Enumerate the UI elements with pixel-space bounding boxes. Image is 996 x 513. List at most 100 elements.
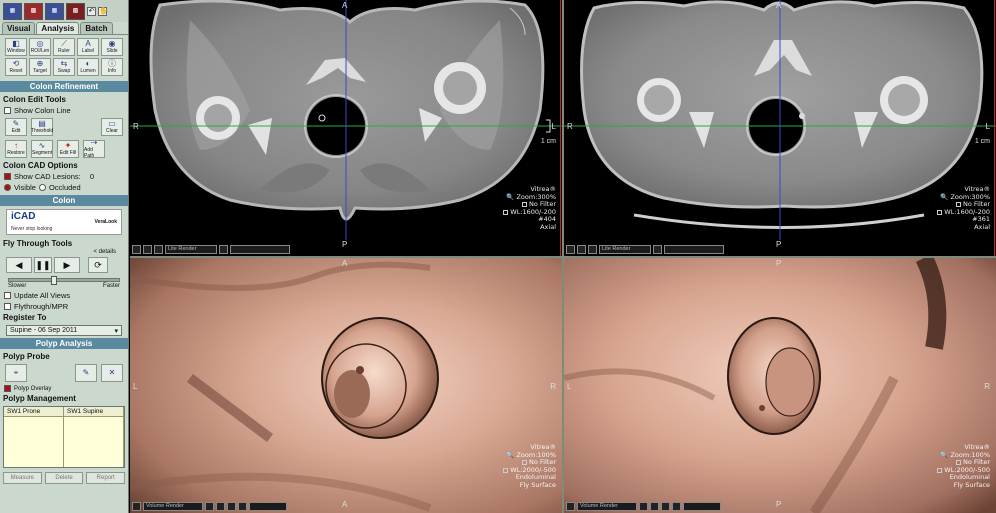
view-expand-button[interactable]	[132, 501, 141, 511]
speed-slider[interactable]	[8, 276, 120, 285]
orientation-left: L	[567, 382, 572, 391]
opacity-slider[interactable]	[249, 501, 287, 511]
roi-tool-button[interactable]: ◎ ROI/Len	[29, 38, 51, 56]
view-cine-button[interactable]	[216, 501, 225, 511]
swap-tool-button[interactable]: ⇆ Swap	[53, 58, 75, 76]
polyp-overlay-checkbox[interactable]	[4, 385, 11, 392]
render-mode-select[interactable]: Volume Render	[143, 501, 203, 511]
endoluminal-view-prone[interactable]: A L R A Vitrea® 🔍 Zoom:100% No Filter WL:…	[130, 258, 562, 513]
grid-layout-button[interactable]: ▩	[24, 2, 43, 20]
polyp-analysis-header: Polyp Analysis	[0, 338, 128, 349]
edit-button[interactable]: ✎ Edit	[5, 118, 27, 136]
top-toolbar: ▦ ▩ ▦ ▩ ↶ ✋	[0, 0, 128, 22]
register-select[interactable]: Supine - 06 Sep 2011 ▾	[6, 325, 122, 336]
edit-fill-icon: ✦	[64, 141, 72, 150]
tab-batch[interactable]: Batch	[80, 22, 113, 34]
view-option-button[interactable]	[219, 244, 228, 254]
show-cad-lesions-row[interactable]: Show CAD Lesions: 0	[0, 171, 128, 182]
show-colon-line-row[interactable]: Show Colon Line	[0, 105, 128, 116]
ruler-tool-button[interactable]: ⟋ Ruler	[53, 38, 75, 56]
view-layout-button[interactable]	[661, 501, 670, 511]
refresh-icon[interactable]: ⟳	[88, 257, 108, 273]
window-tool-button[interactable]: ◧ Window	[5, 38, 27, 56]
visible-radio[interactable]	[4, 184, 11, 191]
view-cine-button[interactable]	[650, 501, 659, 511]
add-path-button[interactable]: ⇢ Add Path	[83, 139, 105, 159]
undo-icon[interactable]: ↶	[87, 6, 96, 16]
occluded-radio[interactable]	[38, 184, 46, 191]
polyp-delete-button[interactable]: ✕	[101, 364, 123, 382]
flythrough-mpr-row[interactable]: Flythrough/MPR	[0, 301, 128, 312]
view-expand-button[interactable]	[566, 501, 575, 511]
view-toolbar: Volume Render	[566, 501, 721, 511]
scale-label: 1 cm	[974, 138, 990, 145]
restore-button[interactable]: ↑ Restore	[5, 140, 27, 158]
show-colon-line-checkbox[interactable]	[4, 107, 11, 114]
view-layout-button[interactable]	[227, 501, 236, 511]
dual-view-button[interactable]: ▦	[3, 2, 22, 20]
report-button[interactable]: Report	[86, 472, 126, 484]
reset-tool-button[interactable]: ⟲ Reset	[5, 58, 27, 76]
polyp-management-label: Polyp Management	[3, 394, 76, 403]
tab-visual[interactable]: Visual	[2, 22, 36, 34]
flythrough-mpr-checkbox[interactable]	[4, 303, 11, 310]
info-tool-button[interactable]: ⓘ Info	[101, 58, 123, 76]
image-info: Vitrea® 🔍 Zoom:300% No Filter WL:1600/-20…	[937, 185, 990, 231]
tool-grid: ◧ Window ◎ ROI/Len ⟋ Ruler A Label ◉ Slide ⟲ R…	[0, 35, 128, 79]
filter-icon	[521, 460, 527, 466]
view-layout-button[interactable]	[154, 244, 163, 254]
label-tool-button[interactable]: A Label	[77, 38, 99, 56]
render-mode-select[interactable]: Volume Render	[577, 501, 637, 511]
measure-button[interactable]: Measure	[3, 472, 42, 484]
view-layout-button[interactable]	[588, 244, 597, 254]
polyp-edit-button[interactable]: ✎	[75, 364, 97, 382]
segment-button[interactable]: ∿ Segment	[31, 140, 53, 158]
view-extra-button[interactable]	[238, 501, 247, 511]
view-option-button[interactable]	[653, 244, 662, 254]
panel-tabs: Visual Analysis Batch	[0, 22, 128, 35]
render-mode-select[interactable]: Lite Render	[599, 244, 651, 254]
view-expand-button[interactable]	[132, 244, 141, 254]
update-all-views-row[interactable]: Update All Views	[0, 290, 128, 301]
axial-view-prone[interactable]: A R L P 1 cm Vitrea® 🔍 Zoom:300% No Filte…	[130, 0, 562, 256]
render-mode-select[interactable]: Lite Render	[165, 244, 217, 254]
speed-slider-knob[interactable]	[50, 276, 57, 285]
slice-slider[interactable]	[230, 244, 290, 254]
slide-tool-button[interactable]: ◉ Slide	[101, 38, 123, 56]
delete-button[interactable]: Delete	[44, 472, 84, 484]
view-option-button[interactable]	[205, 501, 214, 511]
orientation-right: L	[985, 122, 990, 131]
lumen-tool-button[interactable]: ◐ Lumen	[77, 58, 99, 76]
colon-edit-tools-label: Colon Edit Tools	[3, 95, 66, 104]
view-cine-button[interactable]	[143, 244, 152, 254]
view-option-button[interactable]	[639, 501, 648, 511]
zoom-icon: 🔍	[940, 450, 949, 459]
fly-backward-button[interactable]: ◀	[6, 257, 32, 273]
pause-button[interactable]: ❚❚	[34, 257, 52, 273]
clear-button[interactable]: ▭ Clear	[101, 118, 123, 136]
tab-analysis[interactable]: Analysis	[36, 22, 80, 34]
edit-fill-button[interactable]: ✦ Edit Fill	[57, 140, 79, 158]
view-expand-button[interactable]	[566, 244, 575, 254]
orientation-bottom: P	[776, 240, 782, 249]
fly-forward-button[interactable]: ▶	[54, 257, 80, 273]
quad-view-button[interactable]: ▦	[45, 2, 64, 20]
speed-labels: Slower Faster	[8, 283, 120, 289]
view-cine-button[interactable]	[577, 244, 586, 254]
target-tool-button[interactable]: ⊕ Target	[29, 58, 51, 76]
polyp-overlay-row[interactable]: Polyp Overlay	[0, 384, 128, 393]
hand-icon[interactable]: ✋	[98, 6, 108, 16]
axial-view-supine[interactable]: A R L P 1 cm Vitrea® 🔍 Zoom:300% No Filte…	[564, 0, 996, 256]
threshold-button[interactable]: ▤ Threshold	[31, 118, 53, 136]
opacity-slider[interactable]	[683, 501, 721, 511]
polyp-probe-button[interactable]: ⌖	[5, 364, 27, 382]
endoluminal-view-supine[interactable]: P L R P Vitrea® 🔍 Zoom:100% No Filter WL:…	[564, 258, 996, 513]
show-cad-lesions-checkbox[interactable]	[4, 173, 11, 180]
slice-slider[interactable]	[664, 244, 724, 254]
image-info: Vitrea® 🔍 Zoom:100% No Filter WL:2000/-50…	[937, 443, 990, 489]
view-extra-button[interactable]	[672, 501, 681, 511]
update-all-views-checkbox[interactable]	[4, 292, 11, 299]
viewport-divider-horizontal[interactable]	[130, 256, 996, 258]
polyp-list[interactable]: SW1 Prone SW1 Supine	[3, 406, 125, 468]
full-grid-button[interactable]: ▩	[66, 2, 85, 20]
